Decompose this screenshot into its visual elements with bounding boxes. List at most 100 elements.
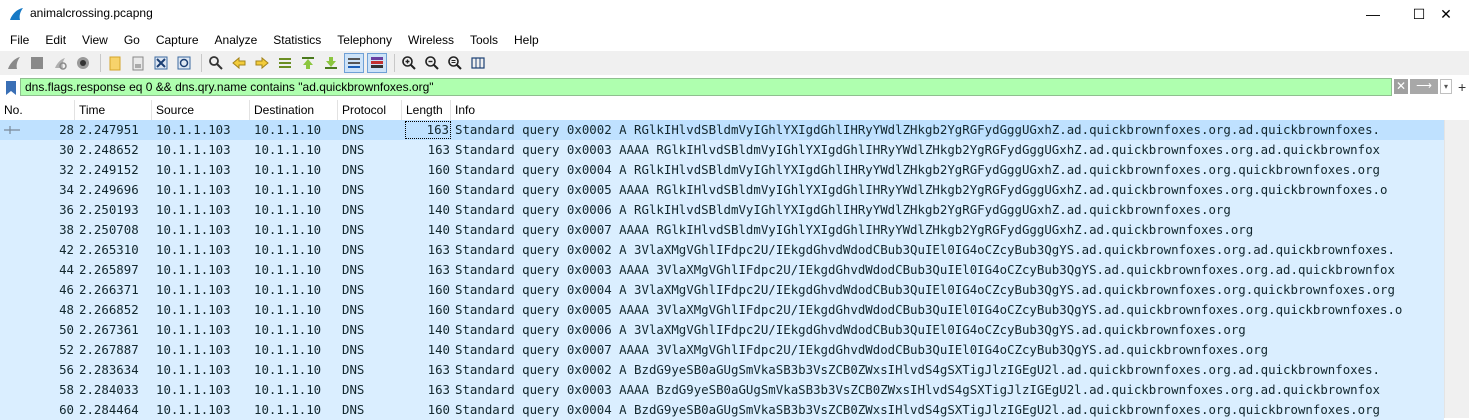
packet-length: 163 (405, 121, 451, 139)
add-filter-button[interactable]: + (1458, 78, 1466, 96)
go-back-icon[interactable] (229, 53, 249, 73)
packet-row[interactable]: 28 2.247951 10.1.1.103 10.1.1.10 DNS 163 Stand… (0, 120, 1444, 140)
find-packet-icon[interactable] (206, 53, 226, 73)
packet-info: Standard query 0x0004 A RGlkIHlvdSBldmVy… (455, 162, 1381, 177)
packet-row[interactable]: 30 2.248652 10.1.1.103 10.1.1.10 DNS 163 Stand… (0, 140, 1444, 160)
packet-time: 2.247951 (79, 122, 139, 137)
menu-go[interactable]: Go (124, 30, 140, 50)
packet-info: Standard query 0x0006 A RGlkIHlvdSBldmVy… (455, 202, 1231, 217)
packet-length: 140 (427, 202, 450, 217)
packet-length: 160 (427, 302, 450, 317)
reload-file-icon[interactable] (174, 53, 194, 73)
packet-info: Standard query 0x0004 A BzdG9yeSB0aGUgSm… (455, 402, 1381, 417)
go-last-icon[interactable] (321, 53, 341, 73)
packet-source: 10.1.1.103 (156, 142, 231, 157)
packet-source: 10.1.1.103 (156, 262, 231, 277)
column-header-length[interactable]: Length (402, 100, 451, 120)
restart-capture-icon[interactable] (50, 53, 70, 73)
menu-statistics[interactable]: Statistics (273, 30, 321, 50)
packet-no: 44 (59, 262, 74, 277)
packet-no: 46 (59, 282, 74, 297)
minimize-button[interactable]: — (1350, 0, 1396, 28)
menu-tools[interactable]: Tools (470, 30, 498, 50)
resize-columns-icon[interactable] (468, 53, 488, 73)
open-file-icon[interactable] (105, 53, 125, 73)
packet-source: 10.1.1.103 (156, 242, 231, 257)
packet-no: 34 (59, 182, 74, 197)
auto-scroll-icon[interactable] (344, 53, 364, 73)
packet-destination: 10.1.1.10 (254, 322, 322, 337)
display-filter-bar: dns.flags.response eq 0 && dns.qry.name … (0, 78, 1469, 98)
packet-row[interactable]: 50 2.267361 10.1.1.103 10.1.1.10 DNS 140 Stand… (0, 320, 1444, 340)
go-forward-icon[interactable] (252, 53, 272, 73)
packet-info: Standard query 0x0004 A 3VlaXMgVGhlIFdpc… (455, 282, 1395, 297)
packet-destination: 10.1.1.10 (254, 402, 322, 417)
packet-row[interactable]: 32 2.249152 10.1.1.103 10.1.1.10 DNS 160 Stand… (0, 160, 1444, 180)
menu-analyze[interactable]: Analyze (215, 30, 258, 50)
packet-no: 56 (59, 362, 74, 377)
packet-no: 58 (59, 382, 74, 397)
packet-info: Standard query 0x0003 AAAA BzdG9yeSB0aGU… (455, 382, 1381, 397)
packet-row[interactable]: 34 2.249696 10.1.1.103 10.1.1.10 DNS 160 Stand… (0, 180, 1444, 200)
packet-row[interactable]: 58 2.284033 10.1.1.103 10.1.1.10 DNS 163 Stand… (0, 380, 1444, 400)
go-first-icon[interactable] (298, 53, 318, 73)
column-header-time[interactable]: Time (75, 100, 152, 120)
packet-row[interactable]: 52 2.267887 10.1.1.103 10.1.1.10 DNS 140 Stand… (0, 340, 1444, 360)
column-header-source[interactable]: Source (152, 100, 250, 120)
packet-info: Standard query 0x0007 AAAA 3VlaXMgVGhlIF… (455, 342, 1269, 357)
bookmark-icon[interactable] (4, 80, 18, 96)
packet-time: 2.267887 (79, 342, 139, 357)
zoom-in-icon[interactable] (399, 53, 419, 73)
menu-file[interactable]: File (10, 30, 29, 50)
close-button[interactable]: ✕ (1423, 0, 1469, 28)
menu-capture[interactable]: Capture (156, 30, 199, 50)
main-toolbar (0, 51, 1469, 75)
packet-row[interactable]: 56 2.283634 10.1.1.103 10.1.1.10 DNS 163 Stand… (0, 360, 1444, 380)
save-file-icon[interactable] (128, 53, 148, 73)
filter-history-dropdown[interactable]: ▾ (1440, 79, 1452, 94)
packet-length: 163 (427, 262, 450, 277)
clear-filter-icon[interactable]: ✕ (1394, 79, 1408, 94)
packet-no: 38 (59, 222, 74, 237)
shark-fin-start-icon[interactable] (4, 53, 24, 73)
go-to-packet-icon[interactable] (275, 53, 295, 73)
vertical-scrollbar[interactable] (1444, 120, 1469, 418)
zoom-normal-icon[interactable] (445, 53, 465, 73)
menu-help[interactable]: Help (514, 30, 539, 50)
packet-row[interactable]: 36 2.250193 10.1.1.103 10.1.1.10 DNS 140 Stand… (0, 200, 1444, 220)
packet-destination: 10.1.1.10 (254, 162, 322, 177)
packet-row[interactable]: 44 2.265897 10.1.1.103 10.1.1.10 DNS 163 Stand… (0, 260, 1444, 280)
packet-destination: 10.1.1.10 (254, 382, 322, 397)
packet-destination: 10.1.1.10 (254, 182, 322, 197)
packet-time: 2.265897 (79, 262, 139, 277)
close-file-icon[interactable] (151, 53, 171, 73)
menu-view[interactable]: View (82, 30, 108, 50)
column-header-no[interactable]: No. (0, 100, 75, 120)
packet-time: 2.267361 (79, 322, 139, 337)
packet-row[interactable]: 46 2.266371 10.1.1.103 10.1.1.10 DNS 160 Stand… (0, 280, 1444, 300)
packet-row[interactable]: 60 2.284464 10.1.1.103 10.1.1.10 DNS 160 Stand… (0, 400, 1444, 420)
packet-protocol: DNS (342, 362, 365, 377)
column-header-destination[interactable]: Destination (250, 100, 338, 120)
menu-wireless[interactable]: Wireless (408, 30, 454, 50)
packet-no: 50 (59, 322, 74, 337)
packet-row[interactable]: 42 2.265310 10.1.1.103 10.1.1.10 DNS 163 Stand… (0, 240, 1444, 260)
packet-protocol: DNS (342, 142, 365, 157)
packet-row[interactable]: 48 2.266852 10.1.1.103 10.1.1.10 DNS 160 Stand… (0, 300, 1444, 320)
packet-destination: 10.1.1.10 (254, 302, 322, 317)
capture-options-icon[interactable] (73, 53, 93, 73)
colorize-icon[interactable] (367, 53, 387, 73)
packet-row[interactable]: 38 2.250708 10.1.1.103 10.1.1.10 DNS 140 Stand… (0, 220, 1444, 240)
menu-edit[interactable]: Edit (45, 30, 66, 50)
column-header-protocol[interactable]: Protocol (338, 100, 402, 120)
apply-filter-icon[interactable]: ⟶ (1410, 79, 1438, 94)
packet-length: 160 (427, 282, 450, 297)
column-header-info[interactable]: Info (451, 100, 1444, 120)
packet-no: 42 (59, 242, 74, 257)
packet-length: 140 (427, 222, 450, 237)
menu-telephony[interactable]: Telephony (337, 30, 392, 50)
zoom-out-icon[interactable] (422, 53, 442, 73)
stop-capture-icon[interactable] (27, 53, 47, 73)
display-filter-input[interactable]: dns.flags.response eq 0 && dns.qry.name … (20, 78, 1392, 96)
packet-no: 28 (59, 122, 74, 137)
